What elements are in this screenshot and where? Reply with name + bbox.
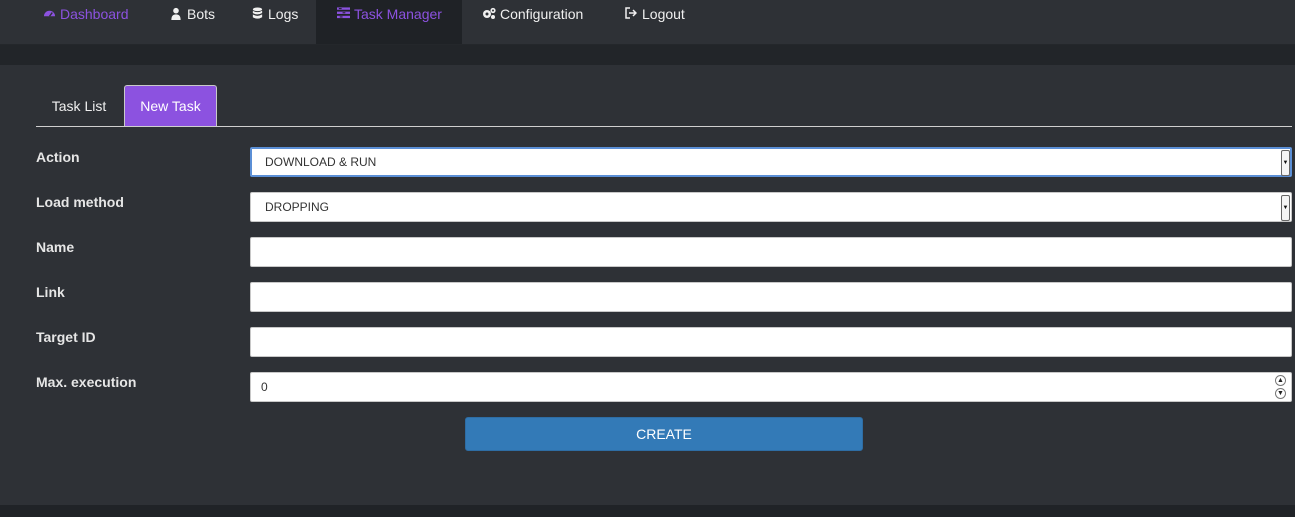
tab-new-task[interactable]: New Task xyxy=(124,85,217,126)
nav-label: Bots xyxy=(187,6,216,22)
footer-bar xyxy=(0,505,1295,517)
action-select[interactable]: DOWNLOAD & RUN ▼ xyxy=(250,147,1292,177)
load-method-select[interactable]: DROPPING ▼ xyxy=(250,192,1292,222)
tab-task-list[interactable]: Task List xyxy=(36,85,122,126)
chevron-up-icon[interactable]: ▲ xyxy=(1275,375,1286,386)
user-icon xyxy=(169,6,183,20)
name-label: Name xyxy=(36,239,75,255)
nav-logs[interactable]: Logs xyxy=(244,0,304,44)
nav-task-manager[interactable]: Task Manager xyxy=(316,0,462,44)
target-id-field[interactable] xyxy=(250,327,1292,357)
target-id-label: Target ID xyxy=(36,329,96,345)
link-label: Link xyxy=(36,284,65,300)
chevron-down-icon[interactable]: ▼ xyxy=(1275,388,1286,399)
tab-divider xyxy=(36,126,1292,127)
nav-logout[interactable]: Logout xyxy=(618,0,698,44)
nav-label: Task Manager xyxy=(354,6,442,22)
nav-label: Configuration xyxy=(500,6,584,22)
nav-dashboard[interactable]: Dashboard xyxy=(36,0,136,44)
nav-bots[interactable]: Bots xyxy=(163,0,223,44)
create-button[interactable]: CREATE xyxy=(465,417,863,451)
dashboard-icon xyxy=(42,6,56,20)
chevron-down-icon: ▼ xyxy=(1281,150,1290,176)
nav-label: Dashboard xyxy=(60,6,129,22)
gears-icon xyxy=(482,6,496,20)
max-execution-label: Max. execution xyxy=(36,374,137,390)
action-value: DOWNLOAD & RUN xyxy=(265,155,377,169)
number-spinner[interactable]: ▲ ▼ xyxy=(1275,375,1287,399)
database-icon xyxy=(250,6,264,20)
nav-configuration[interactable]: Configuration xyxy=(476,0,596,44)
load-method-label: Load method xyxy=(36,194,124,210)
max-execution-value: 0 xyxy=(261,380,268,394)
top-navbar: Dashboard Bots Logs Task Manager Configu… xyxy=(0,0,1295,45)
link-field[interactable] xyxy=(250,282,1292,312)
nav-label: Logs xyxy=(268,6,299,22)
action-label: Action xyxy=(36,149,80,165)
tasks-icon xyxy=(336,6,350,20)
name-field[interactable] xyxy=(250,237,1292,267)
max-execution-field[interactable]: 0 ▲ ▼ xyxy=(250,372,1292,402)
load-method-value: DROPPING xyxy=(265,200,330,214)
header-band xyxy=(0,45,1295,65)
nav-label: Logout xyxy=(642,6,685,22)
sign-out-icon xyxy=(624,6,638,20)
chevron-down-icon: ▼ xyxy=(1281,195,1290,221)
